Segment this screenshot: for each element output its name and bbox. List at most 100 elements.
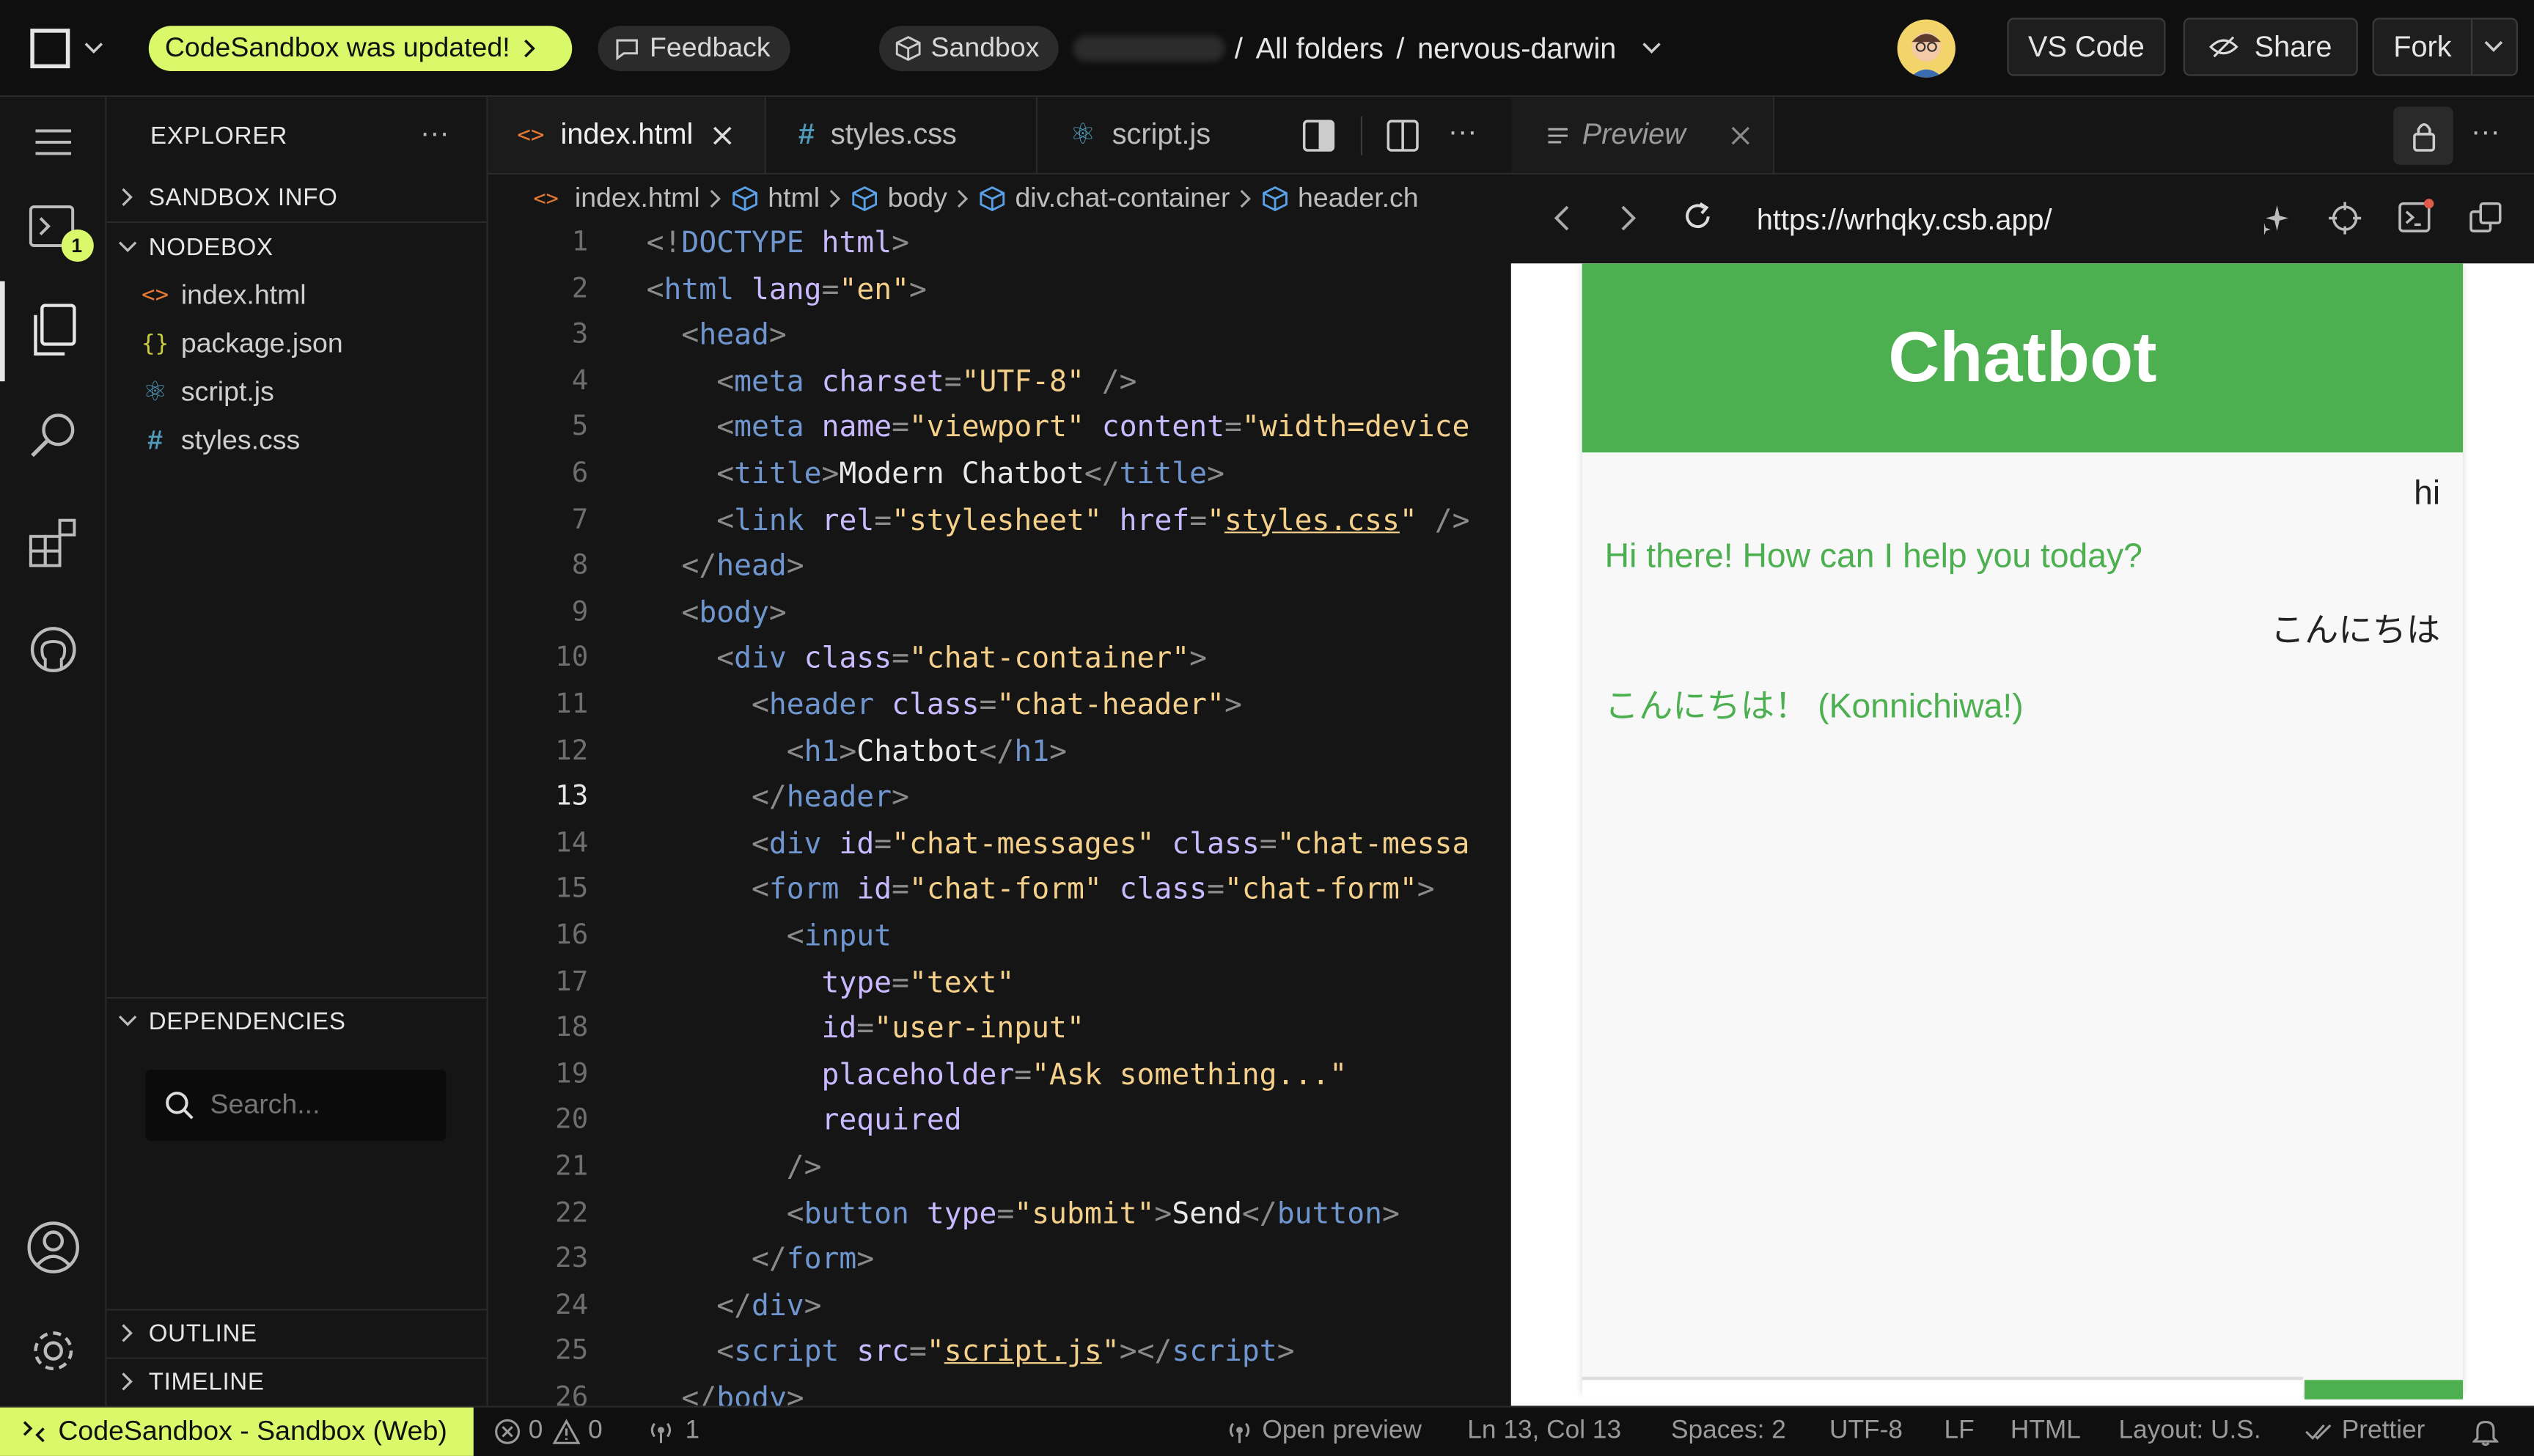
feedback-button[interactable]: Feedback	[598, 26, 790, 71]
tab-label: Preview	[1582, 117, 1686, 150]
account-activity-button[interactable]	[0, 1202, 105, 1293]
problems-indicator[interactable]: 0 0	[494, 1408, 603, 1456]
open-new-window-button[interactable]	[2468, 200, 2503, 235]
close-icon[interactable]	[1731, 125, 1750, 144]
code-editor[interactable]: 1 <!DOCTYPE html> 2 <html lang="en"> 3 <head…	[488, 223, 1511, 1406]
dependency-search-box[interactable]	[145, 1070, 447, 1141]
project-path[interactable]: / All folders / nervous-darwin	[1235, 29, 1661, 68]
share-button[interactable]: Share	[2183, 18, 2358, 76]
send-button[interactable]	[2305, 1380, 2464, 1400]
github-activity-button[interactable]	[0, 604, 105, 694]
user-avatar[interactable]	[1897, 19, 1955, 78]
hamburger-menu-button[interactable]	[0, 97, 105, 187]
code-token: >	[892, 226, 910, 260]
vscode-button[interactable]: VS Code	[2007, 18, 2166, 76]
section-sandbox-info[interactable]: SANDBOX INFO	[106, 174, 486, 220]
split-editor-button[interactable]	[1387, 120, 1419, 152]
chat-input-field[interactable]	[1582, 1376, 2303, 1400]
code-token: <	[786, 1196, 804, 1231]
forward-button[interactable]	[1621, 205, 1637, 231]
line-number: 13	[555, 780, 589, 814]
fork-button[interactable]: Fork	[2372, 18, 2518, 76]
open-preview-button[interactable]: Open preview	[1225, 1408, 1422, 1456]
console-button[interactable]	[2397, 197, 2436, 236]
warning-icon	[552, 1419, 581, 1444]
encoding[interactable]: UTF-8	[1829, 1408, 1903, 1456]
code-token: styles.css	[1224, 503, 1400, 538]
code-line: <html lang="en">	[647, 273, 927, 306]
breadcrumb-item[interactable]: html	[768, 183, 820, 215]
code-token: =	[1189, 503, 1208, 538]
end-of-line[interactable]: LF	[1944, 1408, 1975, 1456]
url-input[interactable]	[1753, 196, 2213, 243]
sandbox-badge[interactable]: Sandbox	[879, 26, 1059, 71]
lock-button[interactable]	[2393, 106, 2453, 165]
breadcrumb-item[interactable]: body	[888, 183, 947, 215]
code-token: body	[716, 1381, 787, 1406]
file-styles-css[interactable]: # styles.css	[106, 419, 486, 464]
section-dependencies[interactable]: DEPENDENCIES	[106, 999, 486, 1044]
inspect-button[interactable]	[2327, 200, 2362, 235]
section-outline[interactable]: OUTLINE	[106, 1311, 486, 1356]
element-cube-icon	[732, 185, 758, 212]
settings-activity-button[interactable]	[0, 1306, 105, 1396]
code-token: Send	[1172, 1196, 1242, 1231]
section-timeline[interactable]: TIMELINE	[106, 1359, 486, 1405]
code-token: </	[716, 1289, 752, 1323]
extensions-activity-button[interactable]	[0, 498, 105, 588]
code-line: placeholder="Ask something..."	[647, 1058, 1348, 1092]
tab-preview[interactable]: Preview	[1510, 97, 1775, 173]
toggle-panel-button[interactable]	[1302, 120, 1335, 152]
chevron-down-icon[interactable]	[1642, 42, 1661, 55]
dependency-search-input[interactable]	[207, 1087, 440, 1123]
keyboard-layout[interactable]: Layout: U.S.	[2119, 1408, 2261, 1456]
close-icon[interactable]	[713, 125, 732, 144]
breadcrumb-item[interactable]: div.chat-container	[1015, 183, 1230, 215]
breadcrumb-item[interactable]: index.html	[575, 183, 700, 215]
chevron-down-icon[interactable]	[2484, 40, 2503, 54]
code-token: =	[1014, 1058, 1032, 1092]
breadcrumb-item[interactable]: header.ch	[1298, 183, 1419, 215]
file-package-json[interactable]: {} package.json	[106, 322, 486, 367]
more-actions-icon[interactable]: ···	[420, 117, 449, 150]
ai-sparkle-button[interactable]	[2258, 202, 2290, 235]
language-mode[interactable]: HTML	[2010, 1408, 2081, 1456]
search-icon	[30, 413, 74, 457]
tab-styles-css[interactable]: # styles.css	[766, 97, 1038, 173]
path-all-folders[interactable]: All folders	[1256, 32, 1384, 65]
remote-indicator[interactable]: CodeSandbox - Sandbox (Web)	[0, 1407, 474, 1456]
file-index-html[interactable]: <> index.html	[106, 273, 486, 318]
project-name[interactable]: nervous-darwin	[1417, 32, 1616, 65]
section-nodebox[interactable]: NODEBOX	[106, 224, 486, 270]
code-token: </	[1241, 1196, 1277, 1231]
update-notice-button[interactable]: CodeSandbox was updated!	[148, 26, 573, 71]
tab-script-js[interactable]: ⚛ script.js	[1038, 97, 1277, 173]
workspace-name-blurred	[1073, 35, 1225, 62]
formatter[interactable]: Prettier	[2305, 1408, 2425, 1456]
update-notice-label: CodeSandbox was updated!	[164, 32, 510, 63]
more-actions-icon[interactable]: ···	[1448, 114, 1477, 148]
back-button[interactable]	[1553, 205, 1569, 231]
search-activity-button[interactable]	[0, 391, 105, 481]
section-label: TIMELINE	[148, 1367, 265, 1396]
refresh-button[interactable]	[1682, 200, 1714, 232]
explorer-activity-button[interactable]	[0, 286, 105, 376]
section-label: DEPENDENCIES	[148, 1007, 346, 1035]
menu-logo-button[interactable]	[29, 26, 110, 71]
ports-indicator[interactable]: 1	[647, 1408, 699, 1456]
file-script-js[interactable]: ⚛ script.js	[106, 370, 486, 416]
notifications-button[interactable]	[2472, 1408, 2499, 1456]
more-actions-icon[interactable]: ···	[2471, 114, 2500, 148]
indentation[interactable]: Spaces: 2	[1671, 1408, 1786, 1456]
tab-index-html[interactable]: <> index.html	[488, 97, 766, 173]
terminal-activity-button[interactable]: 1	[0, 181, 105, 271]
code-token: >	[839, 734, 857, 769]
error-count: 0	[528, 1416, 543, 1445]
preview-frame[interactable]: Chatbot hi Hi there! How can I help you …	[1510, 263, 2534, 1406]
chat-container: Chatbot hi Hi there! How can I help you …	[1582, 263, 2464, 1400]
cursor-position[interactable]: Ln 13, Col 13	[1467, 1408, 1621, 1456]
